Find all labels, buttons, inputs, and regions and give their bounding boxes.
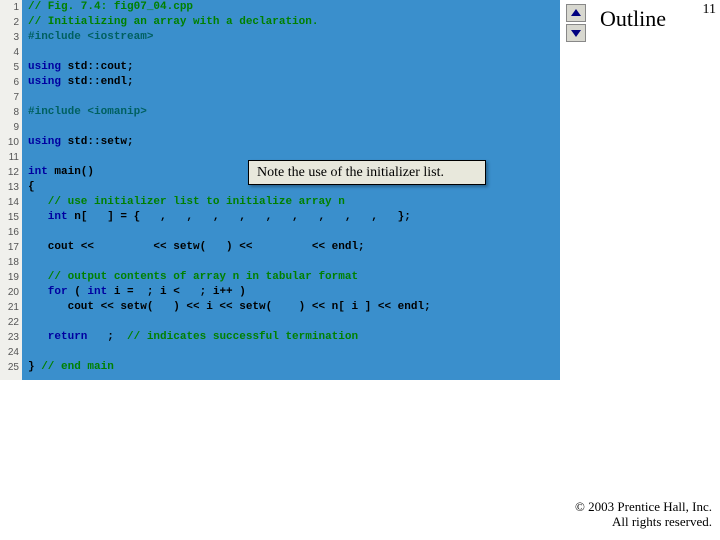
code-block: 1234567891011121314151617181920212223242…	[0, 0, 560, 380]
chevron-down-icon	[571, 30, 581, 37]
line-number: 12	[0, 165, 19, 180]
code-token: (	[74, 286, 87, 298]
code-line: // use initializer list to initialize ar…	[28, 196, 345, 208]
code-token: {	[28, 181, 35, 193]
code-token: n[ ] = { , , , , , , , , , };	[74, 211, 411, 223]
code-line: // output contents of array n in tabular…	[28, 271, 358, 283]
slide-nav	[566, 4, 586, 44]
code-token: // indicates successful termination	[127, 331, 358, 343]
prev-slide-button[interactable]	[566, 4, 586, 22]
line-number: 11	[0, 150, 19, 165]
code-token: int	[87, 286, 113, 298]
code-token: // end main	[41, 361, 114, 373]
line-number-gutter: 1234567891011121314151617181920212223242…	[0, 0, 22, 380]
line-number: 15	[0, 210, 19, 225]
code-token: return	[28, 331, 94, 343]
line-number: 19	[0, 270, 19, 285]
line-number: 2	[0, 15, 19, 30]
outline-label: Outline	[600, 6, 666, 32]
line-number: 3	[0, 30, 19, 45]
code-line: cout << << setw( ) << << endl;	[28, 241, 365, 253]
line-number: 4	[0, 45, 19, 60]
copyright-line: All rights reserved.	[575, 514, 712, 530]
line-number: 10	[0, 135, 19, 150]
code-token: #include	[28, 106, 87, 118]
line-number: 9	[0, 120, 19, 135]
line-number: 17	[0, 240, 19, 255]
code-token: std::endl;	[68, 76, 134, 88]
line-number: 18	[0, 255, 19, 270]
code-token: using	[28, 61, 68, 73]
code-token: #include	[28, 31, 87, 43]
copyright-notice: © 2003 Prentice Hall, Inc. All rights re…	[575, 499, 712, 530]
line-number: 21	[0, 300, 19, 315]
code-token: }	[28, 361, 41, 373]
code-line: // Initializing an array with a declarat…	[28, 16, 318, 28]
line-number: 7	[0, 90, 19, 105]
annotation-callout: Note the use of the initializer list.	[248, 160, 486, 185]
line-number: 8	[0, 105, 19, 120]
line-number: 14	[0, 195, 19, 210]
copyright-line: © 2003 Prentice Hall, Inc.	[575, 499, 712, 515]
line-number: 23	[0, 330, 19, 345]
code-token: int	[28, 166, 54, 178]
line-number: 16	[0, 225, 19, 240]
line-number: 5	[0, 60, 19, 75]
line-number: 24	[0, 345, 19, 360]
code-line: cout << setw( ) << i << setw( ) << n[ i …	[28, 301, 431, 313]
code-token: using	[28, 136, 68, 148]
line-number: 1	[0, 0, 19, 15]
line-number: 20	[0, 285, 19, 300]
code-token: ;	[94, 331, 127, 343]
code-token: int	[28, 211, 74, 223]
line-number: 6	[0, 75, 19, 90]
page-number: 11	[703, 2, 716, 18]
code-token: main()	[54, 166, 94, 178]
code-token: using	[28, 76, 68, 88]
code-token: i = ; i < ; i++ )	[114, 286, 246, 298]
code-token: std::cout;	[68, 61, 134, 73]
code-token: <iomanip>	[87, 106, 146, 118]
line-number: 13	[0, 180, 19, 195]
code-token: for	[28, 286, 74, 298]
code-token: <iostream>	[87, 31, 153, 43]
line-number: 25	[0, 360, 19, 375]
chevron-up-icon	[571, 9, 581, 16]
next-slide-button[interactable]	[566, 24, 586, 42]
line-number: 22	[0, 315, 19, 330]
code-lines: // Fig. 7.4: fig07_04.cpp // Initializin…	[28, 0, 431, 375]
code-line: // Fig. 7.4: fig07_04.cpp	[28, 1, 193, 13]
code-token: std::setw;	[68, 136, 134, 148]
